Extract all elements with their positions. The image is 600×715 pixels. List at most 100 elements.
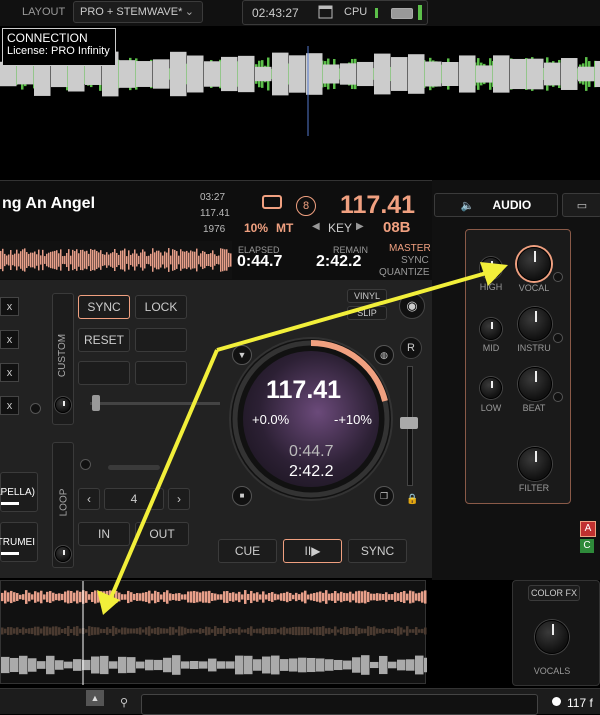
- mini-wave-bar: [94, 249, 96, 271]
- reset-button[interactable]: RESET: [78, 328, 130, 352]
- quantize-label[interactable]: QUANTIZE: [379, 267, 430, 278]
- mini-wave-bar: [226, 249, 228, 271]
- pad-x-3[interactable]: x: [0, 363, 19, 382]
- loop-next-button[interactable]: ›: [168, 488, 190, 510]
- sync-label[interactable]: SYNC: [401, 255, 429, 266]
- mini-wave-bar: [166, 252, 168, 268]
- stem-vocal-bar: [364, 590, 367, 604]
- stem-vocal-bar: [283, 592, 286, 602]
- stem-instru-bar: [370, 627, 373, 635]
- mini-wave-bar: [202, 250, 204, 270]
- stem-instru-bar: [103, 628, 106, 634]
- overview-wave-spike: [408, 54, 425, 94]
- high-knob[interactable]: [480, 257, 502, 279]
- stem-beat-bar: [163, 657, 172, 673]
- vinyl-button[interactable]: VINYL: [347, 289, 387, 303]
- stem-vocal-bar: [313, 592, 316, 602]
- stem-instru-bar: [352, 628, 355, 634]
- jog-speed-button[interactable]: ◍: [374, 345, 394, 365]
- mini-wave-bar: [96, 251, 98, 269]
- cue-button[interactable]: CUE: [218, 539, 277, 563]
- filter-knob[interactable]: [518, 447, 552, 481]
- eye-icon[interactable]: ◉: [399, 293, 425, 319]
- stem-instru-bar: [406, 626, 409, 636]
- acapella-button[interactable]: APELLA): [0, 472, 38, 512]
- master-label[interactable]: MASTER: [389, 243, 431, 254]
- stem-instru-bar: [367, 626, 370, 636]
- tempo-fader-handle[interactable]: [400, 417, 418, 429]
- color-fx-knob[interactable]: [535, 620, 569, 654]
- loop-slider[interactable]: [108, 465, 160, 470]
- tempo-toggle[interactable]: [262, 195, 282, 209]
- pitch-slider-track[interactable]: [90, 402, 220, 405]
- stem-vocal-bar: [352, 593, 355, 601]
- stem-vocal-bar: [46, 591, 49, 603]
- loop-size[interactable]: 4: [104, 488, 164, 510]
- loop-prev-button[interactable]: ‹: [78, 488, 100, 510]
- mini-wave-bar: [12, 254, 14, 266]
- beat-knob[interactable]: [518, 367, 552, 401]
- stem-vocal-bar: [52, 592, 55, 602]
- custom-knob[interactable]: [55, 397, 71, 413]
- mini-wave-bar: [52, 251, 54, 269]
- stem-instru-bar: [307, 626, 310, 636]
- stem-beat-bar: [379, 655, 388, 675]
- sync-button[interactable]: SYNC: [78, 295, 130, 319]
- low-label: LOW: [480, 403, 502, 413]
- jog-down-button[interactable]: ▼: [232, 345, 252, 365]
- deck-a-badge[interactable]: A: [580, 521, 596, 537]
- overview-wave-spike: [595, 60, 600, 88]
- stem-instru-bar: [112, 626, 115, 636]
- search-input[interactable]: [141, 694, 538, 715]
- key-left-arrow[interactable]: ◀: [312, 221, 320, 232]
- loop-knob[interactable]: [55, 546, 71, 562]
- stem-instru-bar: [298, 626, 301, 636]
- low-knob[interactable]: [480, 377, 502, 399]
- lock-button[interactable]: LOCK: [135, 295, 187, 319]
- vocal-knob[interactable]: [517, 247, 551, 281]
- loop-out-button[interactable]: OUT: [135, 522, 189, 546]
- stop-button[interactable]: ■: [232, 486, 252, 506]
- mini-wave-bar: [216, 256, 218, 264]
- reverse-button[interactable]: R: [400, 337, 422, 359]
- sync-bottom-button[interactable]: SYNC: [348, 539, 407, 563]
- instru-mute-dot[interactable]: [553, 333, 563, 343]
- pad-x-1[interactable]: x: [0, 297, 19, 316]
- mini-wave-bar: [142, 249, 144, 271]
- layers-button[interactable]: ❐: [374, 486, 394, 506]
- instru-knob[interactable]: [518, 307, 552, 341]
- stem-vocal-bar: [337, 593, 340, 601]
- pad-x-4[interactable]: x: [0, 396, 19, 415]
- track-title: ng An Angel: [2, 195, 96, 212]
- mini-wave-bar: [206, 254, 208, 266]
- stem-vocal-bar: [388, 594, 391, 600]
- deck-mini-waveform[interactable]: [0, 241, 232, 279]
- beat-mute-dot[interactable]: [553, 392, 563, 402]
- vocal-mute-dot[interactable]: [553, 272, 563, 282]
- stem-instru-bar: [349, 628, 352, 634]
- overview-wave-spike: [476, 65, 493, 83]
- collapse-button[interactable]: ▲: [86, 690, 104, 706]
- mid-knob[interactable]: [480, 318, 502, 340]
- play-pause-button[interactable]: II▶: [283, 539, 342, 563]
- empty-button-2[interactable]: [78, 361, 130, 385]
- instrumental-button[interactable]: TRUMEI: [0, 522, 38, 562]
- stem-waveform[interactable]: [0, 580, 433, 685]
- color-fx-button[interactable]: COLOR FX: [528, 585, 580, 601]
- layout-dropdown[interactable]: PRO + STEMWAVE* ⌄: [73, 1, 203, 23]
- stem-instru-bar: [364, 628, 367, 634]
- stem-vocal-bar: [58, 593, 61, 601]
- stem-vocal-bar: [415, 593, 418, 601]
- slip-button[interactable]: SLIP: [347, 306, 387, 320]
- key-right-arrow[interactable]: ▶: [356, 221, 364, 232]
- loop-in-button[interactable]: IN: [78, 522, 130, 546]
- tab-audio[interactable]: 🔈 AUDIO: [434, 193, 558, 217]
- pad-x-2[interactable]: x: [0, 330, 19, 349]
- stem-instru-bar: [325, 628, 328, 634]
- stem-instru-bar: [220, 628, 223, 634]
- deck-c-badge[interactable]: C: [580, 539, 594, 553]
- empty-button-3[interactable]: [135, 361, 187, 385]
- pitch-slider-handle[interactable]: [92, 395, 100, 411]
- tab-video[interactable]: ▭: [562, 193, 600, 217]
- empty-button-1[interactable]: [135, 328, 187, 352]
